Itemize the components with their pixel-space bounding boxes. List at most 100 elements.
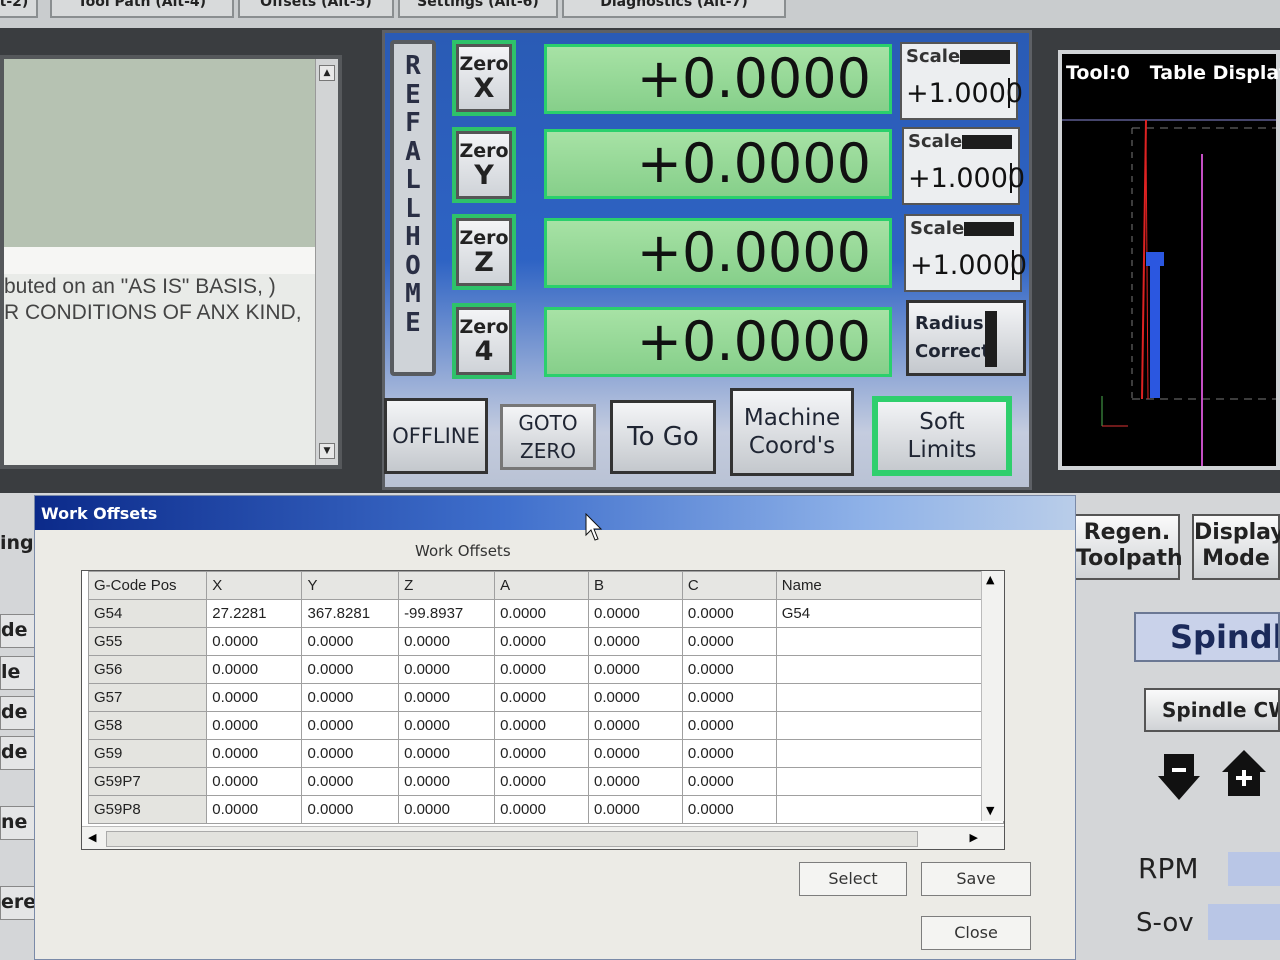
- left-button[interactable]: le: [0, 656, 36, 690]
- table-cell[interactable]: 0.0000: [587, 739, 683, 768]
- column-header[interactable]: X: [206, 571, 303, 600]
- table-cell[interactable]: 0.0000: [494, 655, 589, 684]
- table-cell[interactable]: 0.0000: [681, 599, 777, 628]
- table-cell[interactable]: 0.0000: [494, 627, 589, 656]
- gcode-scrollbar[interactable]: ▲ ▼: [315, 59, 338, 465]
- table-cell[interactable]: 0.0000: [398, 711, 496, 740]
- table-cell[interactable]: 0.0000: [494, 683, 589, 712]
- scroll-up-icon[interactable]: ▲: [986, 573, 994, 586]
- scroll-up-icon[interactable]: ▲: [319, 65, 335, 81]
- row-header[interactable]: G54: [87, 599, 208, 628]
- row-header[interactable]: G58: [87, 711, 208, 740]
- table-cell[interactable]: 0.0000: [587, 683, 683, 712]
- tab-settings[interactable]: Settings (Alt-6): [398, 0, 558, 18]
- table-cell[interactable]: [775, 655, 1004, 684]
- scroll-down-icon[interactable]: ▼: [986, 804, 994, 817]
- row-header[interactable]: G59P7: [87, 767, 208, 796]
- gcode-view[interactable]: buted on an "AS IS" BASIS, ) R CONDITION…: [0, 55, 342, 469]
- column-header[interactable]: Name: [775, 571, 1004, 600]
- table-row[interactable]: G59 0.0000 0.0000 0.0000 0.0000 0.0000 0.0000: [87, 739, 1004, 768]
- display-mode-button[interactable]: Display Mode: [1192, 514, 1280, 580]
- ref-all-home-button[interactable]: REFALLHOME: [390, 40, 436, 376]
- left-button[interactable]: de: [0, 736, 36, 770]
- table-cell[interactable]: 0.0000: [681, 655, 777, 684]
- table-cell[interactable]: 0.0000: [206, 683, 303, 712]
- table-cell[interactable]: 0.0000: [587, 795, 683, 824]
- table-cell[interactable]: 0.0000: [398, 655, 496, 684]
- save-button[interactable]: Save: [921, 862, 1031, 896]
- table-cell[interactable]: 0.0000: [301, 739, 400, 768]
- table-cell[interactable]: [775, 739, 1004, 768]
- table-cell[interactable]: 0.0000: [494, 711, 589, 740]
- row-header[interactable]: G59P8: [87, 795, 208, 824]
- zero-x-button[interactable]: Zero X: [452, 40, 516, 116]
- table-cell[interactable]: 0.0000: [681, 767, 777, 796]
- table-cell[interactable]: 0.0000: [301, 683, 400, 712]
- table-cell[interactable]: 0.0000: [398, 739, 496, 768]
- scroll-left-icon[interactable]: ◀: [88, 831, 96, 844]
- table-row[interactable]: G59P7 0.0000 0.0000 0.0000 0.0000 0.0000 0.000…: [87, 767, 1004, 796]
- zero-z-button[interactable]: Zero Z: [452, 214, 516, 290]
- table-cell[interactable]: G54: [775, 599, 1004, 628]
- table-cell[interactable]: [775, 767, 1004, 796]
- scroll-thumb[interactable]: [106, 831, 918, 847]
- left-button[interactable]: ne: [0, 806, 36, 840]
- table-cell[interactable]: 0.0000: [206, 711, 303, 740]
- table-cell[interactable]: 0.0000: [398, 627, 496, 656]
- column-header[interactable]: Y: [301, 571, 400, 600]
- tab-offsets[interactable]: Offsets (Alt-5): [238, 0, 394, 18]
- table-cell[interactable]: 0.0000: [206, 795, 303, 824]
- table-cell[interactable]: 0.0000: [587, 599, 683, 628]
- machine-coords-button[interactable]: Machine Coord's: [730, 388, 854, 476]
- goto-zero-button[interactable]: GOTO ZERO: [500, 404, 596, 470]
- row-header[interactable]: G57: [87, 683, 208, 712]
- left-button[interactable]: de: [0, 614, 36, 648]
- spindle-up-icon[interactable]: [1222, 750, 1266, 796]
- table-cell[interactable]: 0.0000: [206, 767, 303, 796]
- grid-vertical-scrollbar[interactable]: ▲ ▼: [981, 571, 1004, 821]
- table-cell[interactable]: 0.0000: [681, 795, 777, 824]
- table-cell[interactable]: [775, 711, 1004, 740]
- table-cell[interactable]: 0.0000: [494, 767, 589, 796]
- tab-diagnostics[interactable]: Diagnostics (Alt-7): [562, 0, 786, 18]
- offsets-grid[interactable]: G-Code Pos X Y Z A B C Name G54 27.2281 367.8281-…: [81, 570, 1005, 850]
- scroll-right-icon[interactable]: ▶: [970, 831, 978, 844]
- table-cell[interactable]: 27.2281: [206, 599, 303, 628]
- table-cell[interactable]: 0.0000: [206, 627, 303, 656]
- table-cell[interactable]: 0.0000: [587, 627, 683, 656]
- table-cell[interactable]: 0.0000: [301, 627, 400, 656]
- zero-y-button[interactable]: Zero Y: [452, 127, 516, 203]
- table-cell[interactable]: 0.0000: [587, 711, 683, 740]
- dro-y[interactable]: +0.0000: [544, 129, 892, 199]
- table-cell[interactable]: 0.0000: [301, 795, 400, 824]
- spindle-down-icon[interactable]: [1158, 754, 1200, 800]
- tab-0[interactable]: t-2): [0, 0, 38, 18]
- table-cell[interactable]: [775, 627, 1004, 656]
- table-cell[interactable]: 0.0000: [206, 739, 303, 768]
- table-row[interactable]: G54 27.2281 367.8281 -99.8937 0.0000 0.0000 0.…: [87, 599, 1004, 628]
- column-header[interactable]: C: [681, 571, 777, 600]
- grid-horizontal-scrollbar[interactable]: ◀ ▶: [82, 826, 1004, 849]
- spindle-cw-button[interactable]: Spindle CW: [1144, 688, 1280, 732]
- left-button[interactable]: ere: [0, 886, 36, 920]
- table-row[interactable]: G56 0.0000 0.0000 0.0000 0.0000 0.0000 0.0000: [87, 655, 1004, 684]
- table-cell[interactable]: 0.0000: [494, 795, 589, 824]
- row-header[interactable]: G59: [87, 739, 208, 768]
- offline-button[interactable]: OFFLINE: [384, 398, 488, 474]
- close-button[interactable]: Close: [921, 916, 1031, 950]
- scale-z[interactable]: Scale +1.0000: [904, 214, 1027, 292]
- table-cell[interactable]: 0.0000: [206, 655, 303, 684]
- zero-4-button[interactable]: Zero 4: [452, 303, 516, 379]
- table-cell[interactable]: 0.0000: [681, 627, 777, 656]
- row-header[interactable]: G55: [87, 627, 208, 656]
- left-button[interactable]: de: [0, 696, 36, 730]
- table-cell[interactable]: [775, 683, 1004, 712]
- row-header[interactable]: G56: [87, 655, 208, 684]
- tab-tool-path[interactable]: Tool Path (Alt-4): [50, 0, 234, 18]
- dro-4[interactable]: +0.0000: [544, 307, 892, 377]
- column-header[interactable]: B: [587, 571, 683, 600]
- table-cell[interactable]: 0.0000: [398, 767, 496, 796]
- table-cell[interactable]: 0.0000: [301, 711, 400, 740]
- table-row[interactable]: G59P8 0.0000 0.0000 0.0000 0.0000 0.0000 0.000…: [87, 795, 1004, 824]
- scale-y[interactable]: Scale +1.0000: [902, 127, 1025, 205]
